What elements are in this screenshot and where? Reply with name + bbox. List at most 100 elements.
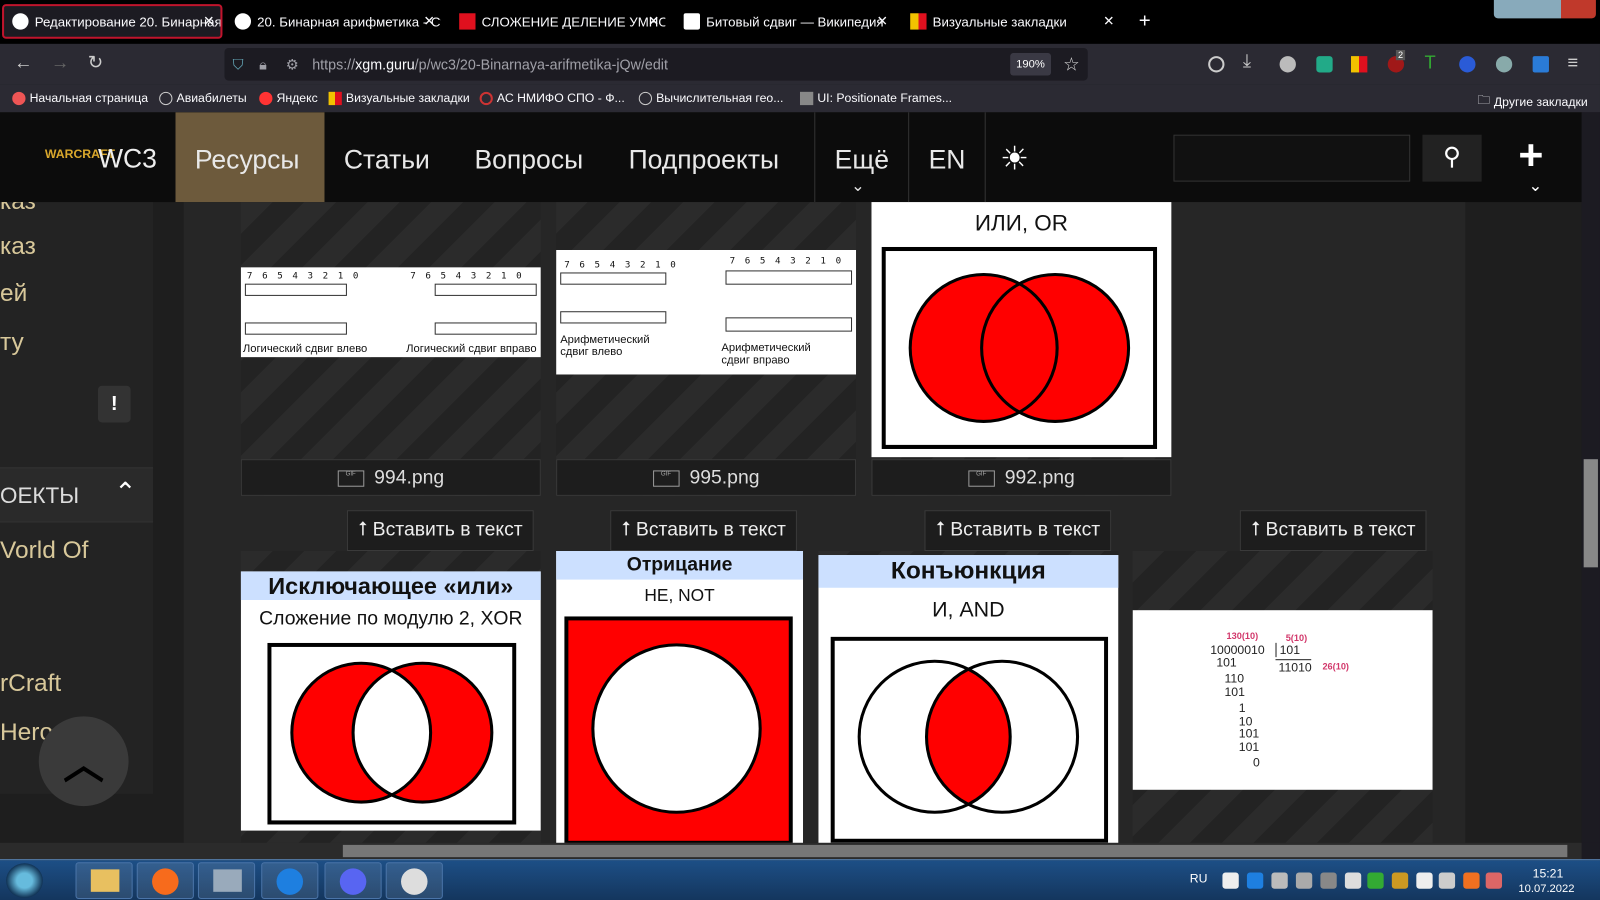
bookmark-item[interactable]: Визуальные закладки bbox=[328, 91, 470, 105]
bookmark-ext-icon[interactable] bbox=[1351, 56, 1368, 73]
tab-math[interactable]: СЛОЖЕНИЕ ДЕЛЕНИЕ УМНОЖ ✕ bbox=[451, 4, 665, 39]
other-bookmarks[interactable]: 🗀 Другие закладки bbox=[1478, 91, 1588, 112]
chevron-up-icon[interactable]: ⌃ bbox=[114, 477, 136, 509]
permissions-icon: ⚙ bbox=[285, 56, 299, 73]
add-plus-icon[interactable]: + bbox=[1518, 131, 1543, 180]
menu-subprojects[interactable]: Подпроекты bbox=[609, 112, 798, 202]
zoom-level[interactable]: 190% bbox=[1010, 53, 1052, 76]
tray-icon[interactable] bbox=[1463, 872, 1480, 889]
back-icon[interactable]: ← bbox=[14, 52, 32, 73]
star-icon[interactable]: ☆ bbox=[1063, 48, 1079, 81]
tab-bookmarks[interactable]: Визуальные закладки ✕ bbox=[902, 4, 1120, 39]
file-label: 994.png bbox=[374, 467, 445, 489]
scroll-thumb[interactable] bbox=[342, 844, 1568, 858]
image-card[interactable]: Отрицание НЕ, NOT bbox=[556, 551, 804, 843]
sidebar-item[interactable]: ей bbox=[0, 280, 27, 309]
download-icon[interactable]: ⤓ bbox=[1243, 50, 1251, 71]
scroll-to-top-button[interactable]: ︿ bbox=[38, 716, 129, 807]
network-icon[interactable] bbox=[1344, 872, 1362, 889]
search-button[interactable]: ⚲ bbox=[1422, 134, 1482, 182]
menu-questions[interactable]: Вопросы bbox=[455, 112, 602, 202]
menu-articles[interactable]: Статьи bbox=[324, 112, 449, 202]
chevron-down-icon[interactable]: ⌄ bbox=[1529, 176, 1543, 196]
discord-tray-icon[interactable] bbox=[1222, 872, 1239, 889]
sidebar-item[interactable]: Vorld Of bbox=[0, 537, 88, 566]
tray-icon[interactable] bbox=[1246, 872, 1264, 889]
division-step: 101 bbox=[1224, 684, 1245, 699]
translate-icon[interactable]: T bbox=[1424, 52, 1435, 73]
image-card[interactable]: ИЛИ, OR GIF 992.png bbox=[871, 202, 1172, 496]
menu-icon[interactable]: ≡ bbox=[1567, 52, 1578, 73]
bookmark-item[interactable]: АС НМИФО СПО - Ф... bbox=[479, 91, 625, 105]
sidebar-item[interactable]: каз bbox=[0, 233, 36, 262]
action-center-icon[interactable] bbox=[1416, 872, 1433, 889]
insert-into-text-button[interactable]: ⭡ Вставить в текст bbox=[610, 510, 798, 552]
image-card[interactable]: 7 6 5 4 3 2 1 0 7 6 5 4 3 2 1 0 Арифмети… bbox=[556, 202, 857, 496]
insert-into-text-button[interactable]: ⭡ Вставить в текст bbox=[924, 510, 1112, 552]
sidebar-item[interactable]: ту bbox=[0, 329, 24, 358]
close-tab-icon[interactable]: ✕ bbox=[424, 13, 435, 29]
search-input[interactable] bbox=[1173, 134, 1411, 182]
nav-toolbar: ← → ↻ ⛉ 🔒︎ ⚙ https://xgm.guru/p/wc3/20-B… bbox=[0, 43, 1600, 85]
vpn-icon[interactable] bbox=[1459, 56, 1476, 73]
bookmark-item[interactable]: Вычислительная гео... bbox=[638, 91, 783, 105]
flag-icon[interactable] bbox=[1532, 56, 1549, 73]
tab-wikipedia[interactable]: Битовый сдвиг — Википедия ✕ bbox=[676, 4, 894, 39]
horizontal-scrollbar[interactable] bbox=[0, 842, 1582, 860]
tray-icon[interactable] bbox=[1271, 872, 1288, 889]
language-switch[interactable]: EN bbox=[908, 112, 986, 203]
tray-icon[interactable] bbox=[1391, 872, 1409, 889]
close-tab-icon[interactable]: ✕ bbox=[1103, 13, 1114, 29]
alert-button[interactable]: ! bbox=[97, 385, 131, 423]
s-extension-icon[interactable] bbox=[1316, 56, 1333, 73]
volume-icon[interactable] bbox=[1438, 872, 1456, 889]
window-controls[interactable] bbox=[1493, 0, 1596, 19]
nvidia-icon[interactable] bbox=[1367, 872, 1384, 889]
taskbar-app[interactable] bbox=[261, 862, 319, 899]
clock-time[interactable]: 15:21 bbox=[1533, 866, 1564, 880]
url-bar[interactable]: ⛉ 🔒︎ ⚙ https://xgm.guru/p/wc3/20-Binarna… bbox=[224, 47, 1088, 81]
bookmark-item[interactable]: UI: Positionate Frames... bbox=[799, 91, 952, 105]
tray-icon[interactable] bbox=[1320, 872, 1337, 889]
start-button[interactable] bbox=[6, 863, 43, 898]
windows-taskbar: RU 15:21 10.07.2022 bbox=[0, 859, 1600, 900]
reload-icon[interactable]: ↻ bbox=[88, 52, 103, 73]
scroll-thumb[interactable] bbox=[1583, 459, 1598, 568]
tab-article[interactable]: 20. Бинарная арифметика - Ст ✕ bbox=[227, 4, 441, 39]
tab-edit[interactable]: Редактирование 20. Бинарная ✕ bbox=[2, 4, 223, 39]
privacy-icon[interactable] bbox=[1495, 56, 1513, 73]
theme-toggle-sun-icon[interactable]: ☀ bbox=[1000, 139, 1029, 178]
taskbar-firefox[interactable] bbox=[136, 862, 194, 899]
close-tab-icon[interactable]: ✕ bbox=[648, 13, 659, 29]
taskbar-paint[interactable] bbox=[385, 862, 443, 899]
sidebar-item[interactable]: rCraft bbox=[0, 669, 61, 698]
language-indicator[interactable]: RU bbox=[1190, 871, 1208, 885]
pocket-icon[interactable] bbox=[1208, 56, 1225, 73]
taskbar-app[interactable] bbox=[197, 862, 256, 899]
projects-label: ОЕКТЫ bbox=[0, 482, 80, 509]
bookmark-item[interactable]: Начальная страница bbox=[12, 91, 148, 105]
insert-into-text-button[interactable]: ⭡ Вставить в текст bbox=[1239, 510, 1427, 552]
insert-into-text-button[interactable]: ⭡ Вставить в текст bbox=[346, 510, 534, 552]
vertical-scrollbar[interactable] bbox=[1581, 112, 1600, 843]
image-card[interactable]: 7 6 5 4 3 2 1 0 7 6 5 4 3 2 1 0 Логическ… bbox=[240, 202, 541, 496]
image-card[interactable]: Исключающее «или» Сложение по модулю 2, … bbox=[240, 551, 541, 843]
image-card[interactable]: Конъюнкция И, AND bbox=[818, 551, 1119, 843]
clock-date[interactable]: 10.07.2022 bbox=[1518, 883, 1574, 895]
new-tab-button[interactable]: + bbox=[1131, 4, 1159, 39]
ublock-icon[interactable] bbox=[1279, 56, 1296, 73]
tray-icon[interactable] bbox=[1485, 872, 1503, 889]
bookmark-label: Начальная страница bbox=[29, 90, 149, 106]
taskbar-explorer[interactable] bbox=[75, 862, 133, 899]
bookmark-item[interactable]: Авиабилеты bbox=[159, 91, 247, 105]
tray-icon[interactable] bbox=[1295, 872, 1313, 889]
bookmark-item[interactable]: Яндекс bbox=[259, 91, 318, 105]
image-card[interactable]: 130(10) 5(10) 26(10) 10000010 101 11010 … bbox=[1132, 551, 1433, 843]
menu-resources[interactable]: Ресурсы bbox=[175, 112, 325, 203]
forward-icon[interactable]: → bbox=[51, 52, 69, 73]
close-tab-icon[interactable]: ✕ bbox=[203, 13, 214, 29]
taskbar-discord[interactable] bbox=[324, 862, 382, 899]
projects-header[interactable]: ОЕКТЫ ⌃ bbox=[0, 467, 154, 523]
site-logo-text[interactable]: WC3 bbox=[98, 143, 157, 175]
close-tab-icon[interactable]: ✕ bbox=[877, 13, 888, 29]
